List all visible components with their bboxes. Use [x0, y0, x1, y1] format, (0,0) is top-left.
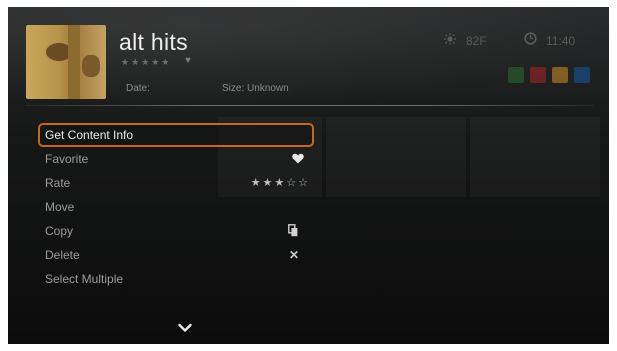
weather-sun-icon	[444, 33, 456, 45]
menu-item-copy[interactable]: Copy	[38, 219, 314, 243]
menu-item-select-multiple[interactable]: Select Multiple	[38, 267, 314, 291]
menu-item-label: Delete	[45, 248, 80, 262]
media-player-screen: alt hits ★★★★★ ♥ Date: Size: Unknown 82F…	[8, 7, 609, 344]
color-key-blue	[574, 67, 590, 83]
rate-stars: ★★★☆☆	[250, 177, 310, 189]
remote-color-keys	[508, 67, 590, 83]
copy-icon	[288, 224, 298, 237]
album-art	[26, 25, 106, 99]
rating-stars: ★★★★★	[121, 57, 172, 67]
header-divider	[26, 105, 594, 106]
playlist-title: alt hits	[119, 29, 188, 55]
menu-item-label: Rate	[45, 176, 71, 190]
size-label: Size: Unknown	[222, 83, 289, 94]
background-tile	[326, 117, 466, 197]
heart-icon	[292, 153, 304, 164]
delete-x-icon: ✕	[289, 248, 300, 262]
color-key-yellow	[552, 67, 568, 83]
menu-item-label: Select Multiple	[45, 272, 124, 286]
menu-item-get-content-info[interactable]: Get Content Info	[38, 123, 314, 147]
clock-icon	[524, 32, 537, 45]
menu-item-move[interactable]: Move	[38, 195, 314, 219]
color-key-red	[530, 67, 546, 83]
background-tile	[470, 117, 600, 197]
menu-item-delete[interactable]: Delete ✕	[38, 243, 314, 267]
menu-item-label: Move	[45, 200, 75, 214]
menu-item-label: Get Content Info	[45, 128, 134, 142]
menu-item-rate[interactable]: Rate ★★★☆☆	[38, 171, 314, 195]
color-key-green	[508, 67, 524, 83]
clock-time-text: 11:40	[546, 34, 576, 48]
favorite-indicator-icon: ♥	[185, 55, 191, 66]
album-art-stripe	[68, 25, 80, 99]
chevron-down-icon[interactable]	[178, 323, 192, 333]
menu-item-label: Copy	[45, 224, 74, 238]
menu-item-label: Favorite	[45, 152, 89, 166]
date-label: Date:	[126, 83, 150, 94]
temperature-text: 82F	[466, 34, 487, 48]
menu-item-favorite[interactable]: Favorite	[38, 147, 314, 171]
album-art-shape	[82, 55, 100, 77]
